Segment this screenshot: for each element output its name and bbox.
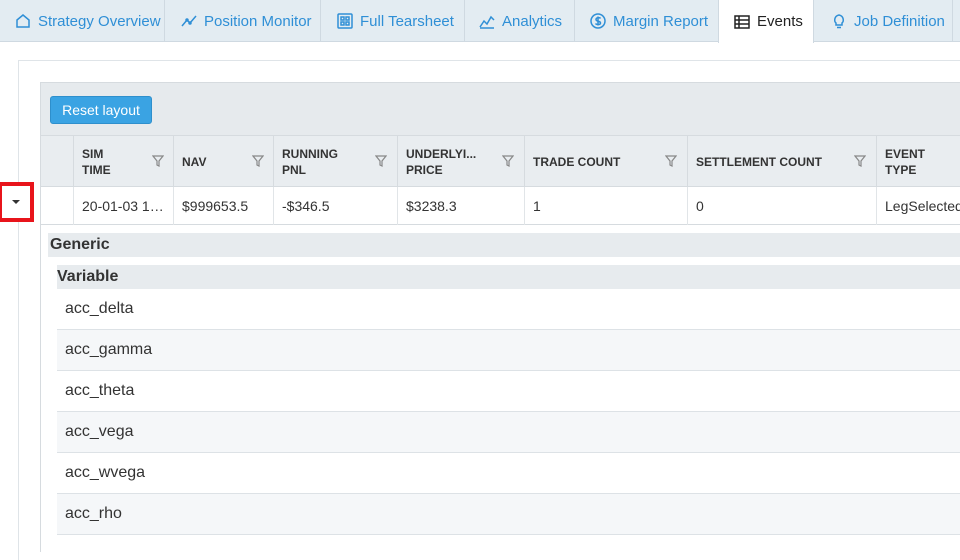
dollar-icon xyxy=(589,12,607,30)
tab-bar: Strategy Overview Position Monitor Full … xyxy=(0,0,960,43)
tab-label: Strategy Overview xyxy=(38,12,161,30)
filter-icon[interactable] xyxy=(252,154,264,168)
table-icon xyxy=(733,13,751,31)
column-header-event-type[interactable]: EVENT TYPE xyxy=(876,136,960,187)
column-header-nav[interactable]: NAV xyxy=(173,136,273,187)
grid-header: SIM TIME NAV RUNNING PNL UNDERLYI... PRI… xyxy=(41,135,960,187)
cell-event-type: LegSelected xyxy=(876,187,960,225)
filter-icon[interactable] xyxy=(854,154,866,168)
tab-label: Analytics xyxy=(502,12,563,30)
column-label: TRADE COUNT xyxy=(533,154,621,169)
row-expand-toggle[interactable] xyxy=(0,182,34,222)
variable-row: acc_vega xyxy=(57,412,960,453)
grid-toolbar: Reset layout xyxy=(41,82,960,135)
expander-column-header xyxy=(41,136,74,187)
filter-icon[interactable] xyxy=(375,154,387,168)
column-header-settlement-count[interactable]: SETTLEMENT COUNT xyxy=(687,136,876,187)
grid-icon xyxy=(336,12,354,30)
tab-events[interactable]: Events xyxy=(718,0,814,43)
filter-icon[interactable] xyxy=(152,154,164,168)
tab-label: Position Monitor xyxy=(204,12,312,30)
tab-position-monitor[interactable]: Position Monitor xyxy=(180,0,312,42)
tab-full-tearsheet[interactable]: Full Tearsheet xyxy=(336,0,454,42)
caret-down-icon xyxy=(12,200,20,204)
column-label: NAV xyxy=(182,154,207,169)
tab-analytics[interactable]: Analytics xyxy=(478,0,562,42)
tab-divider xyxy=(574,0,575,42)
cell-nav: $999653.5 xyxy=(173,187,273,225)
variable-row: acc_theta xyxy=(57,371,960,412)
filter-icon[interactable] xyxy=(502,154,514,168)
variable-row: acc_delta xyxy=(57,289,960,330)
bulb-icon xyxy=(830,12,848,30)
tab-label: Margin Report xyxy=(613,12,709,30)
tab-label: Job Definition xyxy=(854,12,945,30)
variable-row: acc_wvega xyxy=(57,453,960,494)
column-label: SIM TIME xyxy=(82,146,111,177)
cell-underlying-price: $3238.3 xyxy=(397,187,524,225)
cell-running-pnl: -$346.5 xyxy=(273,187,397,225)
tab-job-definition[interactable]: Job Definition xyxy=(830,0,945,42)
tab-divider xyxy=(164,0,165,42)
tab-label: Full Tearsheet xyxy=(360,12,454,30)
cell-sim-time: 20-01-03 1… xyxy=(73,187,173,225)
column-header-running-pnl[interactable]: RUNNING PNL xyxy=(273,136,397,187)
detail-group-header: Generic xyxy=(48,233,960,257)
column-label: UNDERLYI... PRICE xyxy=(406,146,477,177)
home-icon xyxy=(14,12,32,30)
trend-icon xyxy=(180,12,198,30)
detail-subgroup-header: Variable xyxy=(57,265,960,289)
reset-layout-button[interactable]: Reset layout xyxy=(50,96,152,124)
variable-row: acc_gamma xyxy=(57,330,960,371)
expander-cell xyxy=(41,187,74,225)
cell-settlement-count: 0 xyxy=(687,187,876,225)
tab-margin-report[interactable]: Margin Report xyxy=(589,0,708,42)
column-label: SETTLEMENT COUNT xyxy=(696,154,822,169)
column-header-trade-count[interactable]: TRADE COUNT xyxy=(524,136,687,187)
tab-strategy-overview[interactable]: Strategy Overview xyxy=(14,0,161,42)
variable-row: acc_rho xyxy=(57,494,960,535)
analytics-icon xyxy=(478,12,496,30)
tab-label: Events xyxy=(757,13,803,30)
filter-icon[interactable] xyxy=(665,154,677,168)
column-header-underlying-price[interactable]: UNDERLYI... PRICE xyxy=(397,136,524,187)
tab-divider xyxy=(464,0,465,42)
cell-trade-count: 1 xyxy=(524,187,687,225)
tab-divider xyxy=(320,0,321,42)
column-label: EVENT TYPE xyxy=(885,146,926,177)
table-row[interactable]: 20-01-03 1… $999653.5 -$346.5 $3238.3 1 … xyxy=(41,187,960,225)
column-label: RUNNING PNL xyxy=(282,146,338,177)
tab-divider xyxy=(952,0,953,42)
column-header-sim-time[interactable]: SIM TIME xyxy=(73,136,173,187)
